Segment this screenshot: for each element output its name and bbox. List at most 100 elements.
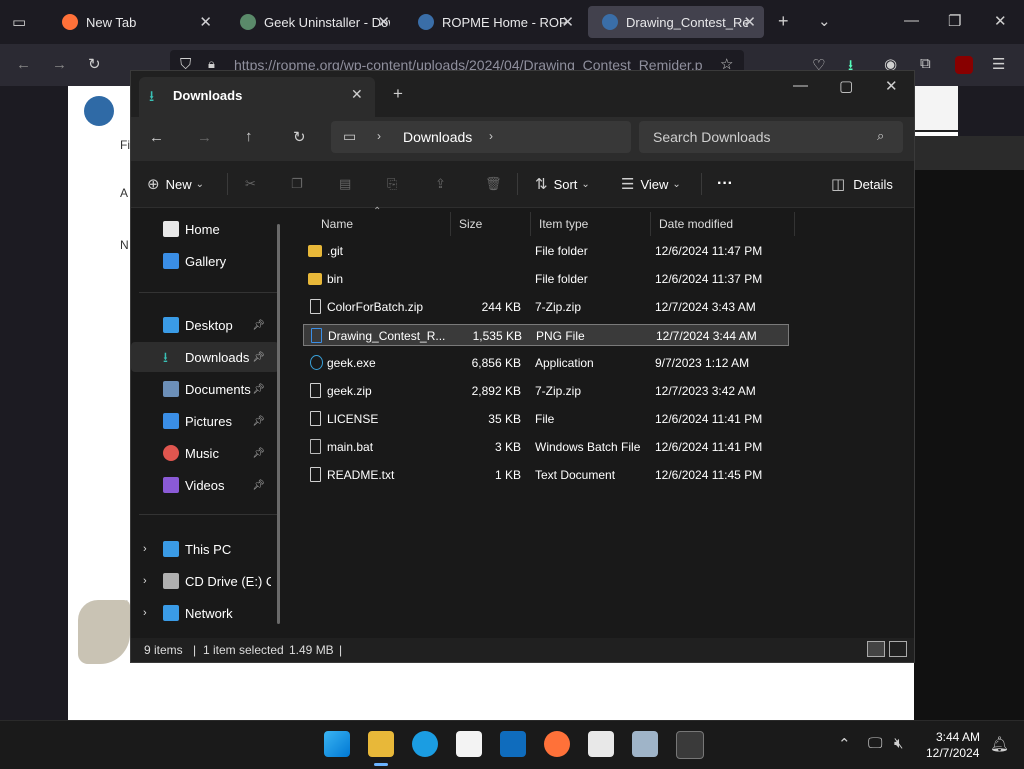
chevron-right-icon[interactable]: › xyxy=(377,129,381,143)
sidebar-item-gallery[interactable]: Gallery xyxy=(131,246,279,276)
chevron-down-icon[interactable]: ⌄ xyxy=(818,12,831,30)
chevron-up-icon[interactable]: ⌃ xyxy=(838,735,851,753)
sidebar-item-cd-drive[interactable]: › CD Drive (E:) CD xyxy=(131,566,279,596)
close-icon[interactable]: ✕ xyxy=(199,13,212,31)
breadcrumb-downloads[interactable]: Downloads xyxy=(403,129,472,145)
forward-icon[interactable]: → xyxy=(197,129,212,146)
paste-icon[interactable]: ▤ xyxy=(339,161,351,207)
column-header-type[interactable]: Item type xyxy=(531,212,651,236)
sidebar-scrollbar[interactable] xyxy=(277,224,280,624)
forward-icon[interactable]: → xyxy=(52,56,67,73)
close-tab-icon[interactable]: ✕ xyxy=(351,86,363,103)
pin-icon[interactable]: 📌︎ xyxy=(252,416,265,427)
network-status-icon[interactable]: 🖵︎ xyxy=(868,735,882,752)
pin-icon[interactable]: 📌︎ xyxy=(252,448,265,459)
volume-muted-icon[interactable]: 🔇︎ xyxy=(894,735,903,752)
explorer-tab-downloads[interactable]: ⭳ Downloads ✕ xyxy=(139,77,375,117)
notification-bell-icon[interactable]: 🔔︎ xyxy=(990,735,1009,753)
view-button[interactable]: ☰ View ⌄ xyxy=(621,161,681,207)
back-icon[interactable]: ← xyxy=(149,129,164,146)
chevron-right-icon[interactable]: › xyxy=(143,607,147,619)
pin-icon[interactable]: 📌︎ xyxy=(252,352,265,363)
share-icon[interactable]: ⇪ xyxy=(435,161,446,207)
column-header-name[interactable]: Name ⌃ xyxy=(313,206,451,236)
tab-drawing-contest[interactable]: Drawing_Contest_Rem ✕ xyxy=(588,6,764,38)
close-icon[interactable]: ✕ xyxy=(743,13,756,31)
close-window-icon[interactable]: ✕ xyxy=(885,77,898,95)
details-view-icon[interactable] xyxy=(867,641,885,657)
table-row[interactable]: geek.zip 2,892 KB 7-Zip.zip 12/7/2023 3:42 … xyxy=(303,380,789,402)
file-explorer-icon[interactable] xyxy=(368,731,394,757)
pin-icon[interactable]: 📌︎ xyxy=(252,480,265,491)
sidebar-item-videos[interactable]: Videos 📌︎ xyxy=(131,470,279,500)
terminal-icon[interactable] xyxy=(676,731,704,759)
back-icon[interactable]: ← xyxy=(16,56,31,73)
details-button[interactable]: ◫ Details xyxy=(831,161,893,207)
sidebar-item-downloads[interactable]: ⭳ Downloads 📌︎ xyxy=(131,342,279,372)
clock-time[interactable]: 3:44 AM xyxy=(936,730,980,744)
clock-date[interactable]: 12/7/2024 xyxy=(926,746,979,760)
sidebar-item-pictures[interactable]: Pictures 📌︎ xyxy=(131,406,279,436)
minimize-icon[interactable]: — xyxy=(793,77,808,94)
close-window-icon[interactable]: ✕ xyxy=(994,12,1007,30)
sort-button[interactable]: ⇅ Sort ⌄ xyxy=(535,161,590,207)
search-input[interactable]: Search Downloads ⌕ xyxy=(639,121,903,153)
minimize-icon[interactable]: — xyxy=(904,12,919,29)
sidebar-item-documents[interactable]: Documents 📌︎ xyxy=(131,374,279,404)
chevron-right-icon[interactable]: › xyxy=(489,129,493,143)
maximize-icon[interactable]: ❐ xyxy=(948,12,961,30)
new-tab-plus-icon[interactable]: + xyxy=(778,11,789,32)
table-row[interactable]: bin File folder 12/6/2024 11:37 PM xyxy=(303,268,789,290)
start-windows-icon[interactable] xyxy=(324,731,350,757)
table-row[interactable]: main.bat 3 KB Windows Batch File 12/6/2024 … xyxy=(303,436,789,458)
sidebar-item-network[interactable]: › Network xyxy=(131,598,279,628)
up-arrow-icon[interactable]: ↑ xyxy=(245,128,253,145)
maximize-icon[interactable]: ▢ xyxy=(839,77,853,95)
table-row[interactable]: ColorForBatch.zip 244 KB 7-Zip.zip 12/7/202… xyxy=(303,296,789,318)
tab-geek-uninstaller[interactable]: Geek Uninstaller - Dow ✕ xyxy=(226,6,398,38)
new-button[interactable]: ⊕ New ⌄ xyxy=(147,161,204,207)
reload-icon[interactable]: ↻ xyxy=(88,55,101,73)
close-icon[interactable]: ✕ xyxy=(377,13,390,31)
file-name: bin xyxy=(327,272,344,286)
menu-icon[interactable]: ☰ xyxy=(992,55,1005,73)
refresh-icon[interactable]: ↻ xyxy=(293,128,306,146)
chevron-right-icon[interactable]: › xyxy=(143,575,147,587)
table-row[interactable]: LICENSE 35 KB File 12/6/2024 11:41 PM xyxy=(303,408,789,430)
edge-icon[interactable] xyxy=(412,731,438,757)
sort-arrow-icon: ⌃ xyxy=(373,206,382,217)
tab-ropme-home[interactable]: ROPME Home - ROPM ✕ xyxy=(404,6,582,38)
firefox-icon[interactable] xyxy=(544,731,570,757)
cut-icon[interactable]: ✂ xyxy=(245,161,256,207)
gallery-icon xyxy=(163,253,179,269)
table-row[interactable]: Drawing_Contest_R... 1,535 KB PNG File 12/7… xyxy=(303,324,789,346)
7zip-icon[interactable] xyxy=(588,731,614,757)
table-row[interactable]: geek.exe 6,856 KB Application 9/7/2023 1:12… xyxy=(303,352,789,374)
pin-icon[interactable]: 📌︎ xyxy=(252,384,265,395)
tab-list-icon[interactable]: ▭ xyxy=(12,13,26,31)
store-icon[interactable] xyxy=(456,731,482,757)
table-row[interactable]: .git File folder 12/6/2024 11:47 PM xyxy=(303,240,789,262)
chevron-right-icon[interactable]: › xyxy=(143,543,147,555)
new-tab-plus-icon[interactable]: + xyxy=(393,84,403,104)
breadcrumb[interactable]: ▭ › Downloads › xyxy=(331,121,631,153)
outlook-icon[interactable] xyxy=(500,731,526,757)
extensions-icon[interactable]: ⧉ xyxy=(920,55,931,72)
column-header-size[interactable]: Size xyxy=(451,212,531,236)
sidebar-item-home[interactable]: Home xyxy=(131,214,279,244)
tiles-view-icon[interactable] xyxy=(889,641,907,657)
close-icon[interactable]: ✕ xyxy=(561,13,574,31)
pin-icon[interactable]: 📌︎ xyxy=(252,320,265,331)
tab-new-tab[interactable]: New Tab ✕ xyxy=(48,6,220,38)
copy-icon[interactable]: ❐ xyxy=(291,161,303,207)
ublock-icon[interactable] xyxy=(955,56,973,74)
recycle-icon[interactable] xyxy=(632,731,658,757)
more-options-button[interactable]: ··· xyxy=(717,161,733,207)
delete-icon[interactable]: 🗑︎ xyxy=(485,161,502,207)
sidebar-item-this-pc[interactable]: › This PC xyxy=(131,534,279,564)
column-header-date[interactable]: Date modified xyxy=(651,212,795,236)
rename-icon[interactable]: ⎘ xyxy=(387,161,397,207)
sidebar-item-desktop[interactable]: Desktop 📌︎ xyxy=(131,310,279,340)
sidebar-item-music[interactable]: Music 📌︎ xyxy=(131,438,279,468)
table-row[interactable]: README.txt 1 KB Text Document 12/6/2024 11:… xyxy=(303,464,789,486)
